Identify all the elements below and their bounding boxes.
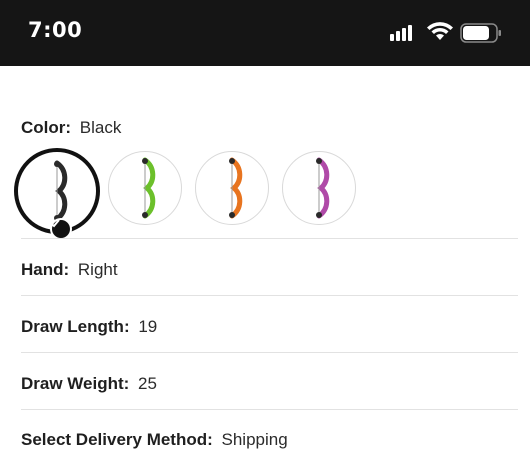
option-hand[interactable]: Hand: Right (21, 260, 118, 280)
option-delivery-method[interactable]: Select Delivery Method: Shipping (21, 430, 288, 450)
status-bar: 7:00 (0, 0, 530, 66)
bow-orange-image (229, 157, 243, 219)
selected-check-icon (50, 218, 72, 240)
draw-length-value: 19 (138, 317, 158, 336)
status-time: 7:00 (28, 18, 83, 42)
divider (21, 409, 518, 410)
hand-value: Right (77, 260, 118, 279)
battery-icon (460, 23, 501, 43)
draw-weight-value: 25 (138, 374, 157, 393)
color-value: Black (79, 118, 122, 137)
draw-length-label: Draw Length: (21, 317, 130, 336)
swatch-purple[interactable] (282, 151, 356, 225)
color-swatches (14, 148, 374, 240)
divider (21, 238, 518, 239)
swatch-black[interactable] (14, 148, 100, 240)
bow-green-image (142, 157, 156, 219)
swatch-orange[interactable] (195, 151, 269, 225)
draw-weight-label: Draw Weight: (21, 374, 130, 393)
option-draw-weight[interactable]: Draw Weight: 25 (21, 374, 157, 394)
bow-black-image (54, 160, 68, 222)
color-row: Color: Black (21, 118, 121, 138)
signal-icon (390, 25, 412, 41)
divider (21, 295, 518, 296)
swatch-green[interactable] (108, 151, 182, 225)
product-options: Color: Black Hand: Right Draw Length: 19… (0, 66, 530, 450)
bow-purple-image (316, 157, 330, 219)
hand-label: Hand: (21, 260, 70, 279)
delivery-method-label: Select Delivery Method: (21, 430, 213, 449)
wifi-icon (427, 22, 453, 40)
color-label: Color: (21, 118, 72, 137)
divider (21, 352, 518, 353)
option-draw-length[interactable]: Draw Length: 19 (21, 317, 157, 337)
delivery-method-value: Shipping (221, 430, 288, 449)
